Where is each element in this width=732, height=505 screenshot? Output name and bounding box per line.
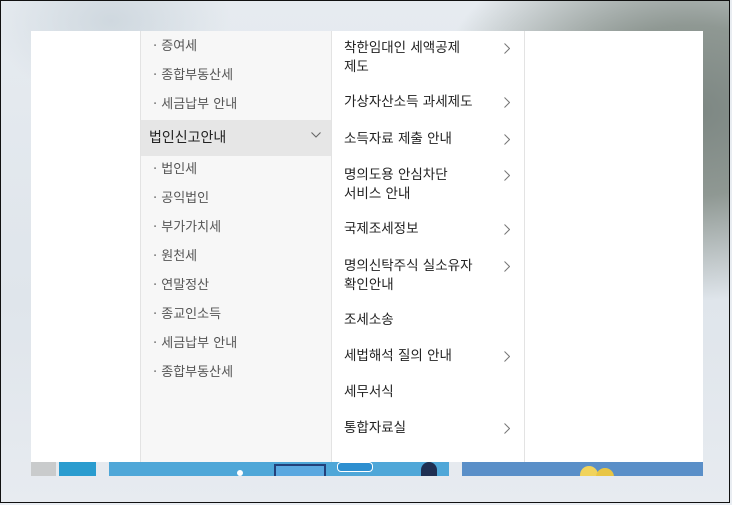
menu-item-tax-law-inquiry[interactable]: 세법해석 질의 안내 (344, 347, 512, 366)
section-corporate-filing-guide[interactable]: 법인신고안내 (141, 120, 331, 156)
submenu-item-comprehensive-property-tax[interactable]: 종합부동산세 (153, 68, 233, 84)
menu-column-empty (525, 31, 703, 462)
submenu-item-vat[interactable]: 부가가치세 (153, 220, 221, 236)
section-title: 법인신고안내 (149, 130, 227, 146)
banner-thumb-gray[interactable] (31, 462, 56, 476)
menu-item-integrated-archive[interactable]: 통합자료실 (344, 419, 512, 438)
submenu-item-tax-payment-guide-2[interactable]: 세금납부 안내 (153, 336, 237, 352)
menu-left-blank (31, 31, 140, 462)
menu-item-label: 통합자료실 (344, 420, 407, 436)
chevron-right-icon (504, 423, 510, 434)
menu-item-label: 세법해석 질의 안내 (344, 348, 452, 364)
menu-item-income-data-submission[interactable]: 소득자료 제출 안내 (344, 130, 512, 149)
submenu-item-corporate-tax[interactable]: 법인세 (153, 162, 197, 178)
submenu-item-tax-payment-guide[interactable]: 세금납부 안내 (153, 97, 237, 113)
illustration-speech-bubble (337, 462, 373, 472)
chevron-right-icon (504, 170, 510, 181)
banner-right[interactable] (462, 462, 703, 476)
menu-item-label: 명의도용 안심차단 서비스 안내 (344, 167, 448, 202)
chevron-right-icon (504, 351, 510, 362)
menu-item-tax-litigation[interactable]: 조세소송 (344, 311, 512, 330)
menu-item-label: 조세소송 (344, 312, 394, 328)
menu-item-label: 착한임대인 세액공제 제도 (344, 40, 461, 75)
illustration-person (421, 462, 437, 476)
banner-thumb-cyan[interactable] (59, 462, 96, 476)
chevron-down-icon[interactable] (311, 132, 321, 138)
menu-item-label: 세무서식 (344, 384, 394, 400)
mega-menu-panel: 증여세 종합부동산세 세금납부 안내 법인신고안내 법인세 공익법인 부가가치세… (31, 31, 703, 462)
illustration-coin (596, 468, 614, 476)
chevron-right-icon (504, 224, 510, 235)
menu-item-international-tax[interactable]: 국제조세정보 (344, 220, 512, 239)
menu-column-guides: 착한임대인 세액공제 제도 가상자산소득 과세제도 소득자료 제출 안내 명의도… (332, 31, 525, 462)
menu-item-label: 명의신탁주식 실소유자 확인안내 (344, 258, 473, 293)
menu-item-tax-forms[interactable]: 세무서식 (344, 383, 512, 402)
illustration-dot (237, 470, 243, 476)
submenu-item-year-end-settlement[interactable]: 연말정산 (153, 278, 209, 294)
menu-item-label: 소득자료 제출 안내 (344, 131, 452, 147)
menu-item-good-landlord-credit[interactable]: 착한임대인 세액공제 제도 (344, 39, 512, 77)
submenu-item-withholding-tax[interactable]: 원천세 (153, 249, 197, 265)
chevron-right-icon (504, 43, 510, 54)
illustration-laptop (274, 464, 326, 476)
chevron-right-icon (504, 134, 510, 145)
submenu-item-religious-income[interactable]: 종교인소득 (153, 307, 221, 323)
chevron-right-icon (504, 97, 510, 108)
menu-item-label: 국제조세정보 (344, 221, 419, 237)
submenu-item-public-interest-corp[interactable]: 공익법인 (153, 191, 209, 207)
banner-illustration[interactable] (109, 462, 449, 476)
menu-item-label: 가상자산소득 과세제도 (344, 94, 473, 110)
submenu-item-gift-tax[interactable]: 증여세 (153, 39, 197, 55)
submenu-item-comprehensive-property-tax-2[interactable]: 종합부동산세 (153, 365, 233, 381)
chevron-right-icon (504, 261, 510, 272)
screenshot-frame: 증여세 종합부동산세 세금납부 안내 법인신고안내 법인세 공익법인 부가가치세… (0, 0, 730, 503)
menu-item-identity-theft-block[interactable]: 명의도용 안심차단 서비스 안내 (344, 166, 512, 204)
submenu-column: 증여세 종합부동산세 세금납부 안내 법인신고안내 법인세 공익법인 부가가치세… (140, 31, 332, 462)
menu-item-nominee-stock-owner[interactable]: 명의신탁주식 실소유자 확인안내 (344, 257, 512, 295)
menu-item-virtual-asset-tax[interactable]: 가상자산소득 과세제도 (344, 93, 512, 112)
